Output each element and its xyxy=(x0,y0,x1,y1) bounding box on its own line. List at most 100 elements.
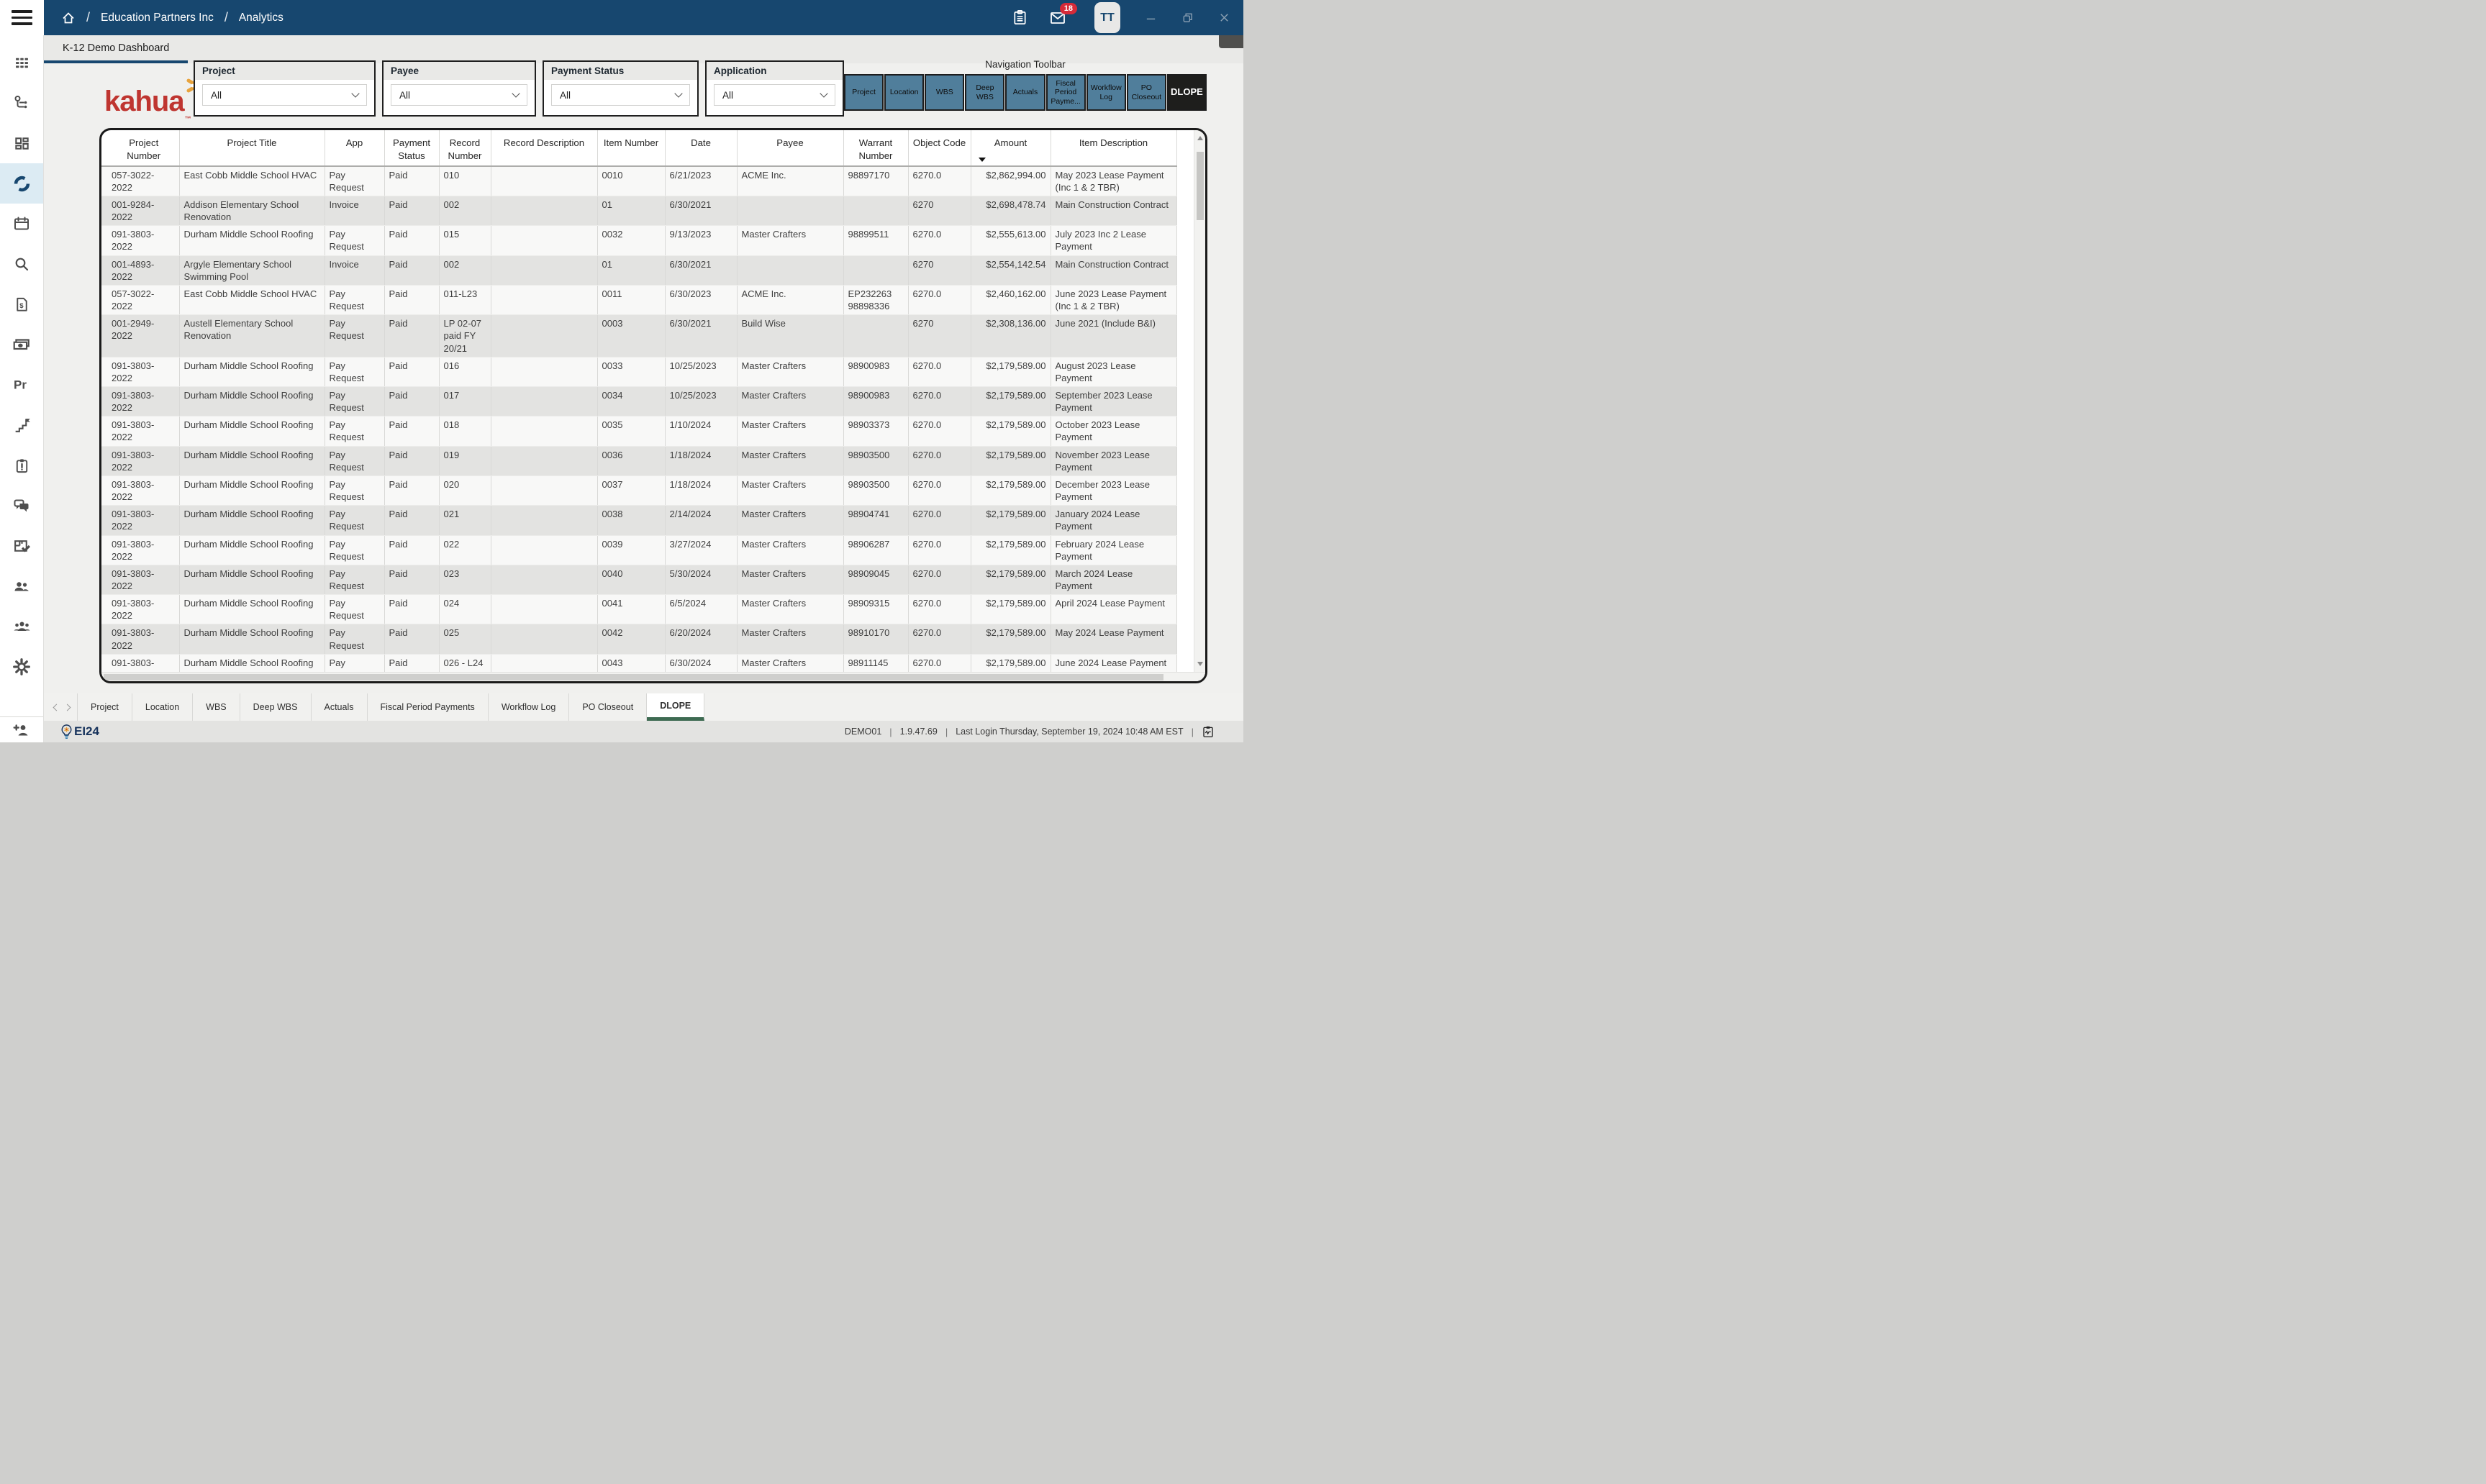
payment-status-filter-select[interactable]: All xyxy=(551,84,690,106)
column-header-record-number[interactable]: Record Number xyxy=(439,130,491,166)
close-icon[interactable] xyxy=(1218,12,1230,24)
column-header-payment-status[interactable]: Payment Status xyxy=(384,130,439,166)
nav-button-fiscal-period-payme[interactable]: Fiscal Period Payme... xyxy=(1046,74,1086,111)
table-row[interactable]: 091-3803-2022Durham Middle School Roofin… xyxy=(101,386,1176,416)
environment-label: DEMO01 xyxy=(845,727,881,737)
tab-k12-demo-dashboard[interactable]: K-12 Demo Dashboard xyxy=(44,35,188,63)
chevron-down-icon xyxy=(674,89,682,97)
nav-button-deep-wbs[interactable]: Deep WBS xyxy=(965,74,1004,111)
sheet-tab-actuals[interactable]: Actuals xyxy=(312,693,368,721)
table-row[interactable]: 001-9284-2022Addison Elementary School R… xyxy=(101,196,1176,225)
horizontal-scrollbar[interactable] xyxy=(101,672,1205,681)
sheet-tab-workflow-log[interactable]: Workflow Log xyxy=(489,693,570,721)
scroll-up-icon[interactable] xyxy=(1197,136,1203,140)
punch-list-icon[interactable] xyxy=(0,526,43,566)
mail-icon[interactable]: 18 xyxy=(1048,9,1067,27)
table-row[interactable]: 091-3803-2022Durham Middle School Roofin… xyxy=(101,416,1176,446)
apps-grid-icon[interactable] xyxy=(0,42,43,83)
sheet-next-icon[interactable] xyxy=(62,693,73,721)
search-icon[interactable] xyxy=(0,244,43,284)
breadcrumb-page[interactable]: Analytics xyxy=(239,12,283,24)
column-header-project-title[interactable]: Project Title xyxy=(179,130,325,166)
table-row[interactable]: 091-3803-2022Durham Middle School Roofin… xyxy=(101,624,1176,654)
table-row[interactable]: 091-3803-2022Durham Middle School Roofin… xyxy=(101,654,1176,672)
table-row[interactable]: 091-3803-2022Durham Middle School Roofin… xyxy=(101,565,1176,594)
table-row[interactable]: 057-3022-2022East Cobb Middle School HVA… xyxy=(101,166,1176,196)
data-table-card: Project NumberProject TitleAppPayment St… xyxy=(99,128,1207,683)
sheet-tab-bar: ProjectLocationWBSDeep WBSActualsFiscal … xyxy=(44,693,1243,721)
table-row[interactable]: 001-2949-2022Austell Elementary School R… xyxy=(101,315,1176,357)
nav-button-actuals[interactable]: Actuals xyxy=(1005,74,1045,111)
calendar-icon[interactable] xyxy=(0,204,43,244)
application-filter-select[interactable]: All xyxy=(714,84,835,106)
table-row[interactable]: 091-3803-2022Durham Middle School Roofin… xyxy=(101,595,1176,624)
milestones-icon[interactable] xyxy=(0,405,43,445)
home-icon[interactable] xyxy=(61,11,76,25)
payee-filter-select[interactable]: All xyxy=(391,84,527,106)
table-row[interactable]: 057-3022-2022East Cobb Middle School HVA… xyxy=(101,285,1176,314)
sheet-prev-icon[interactable] xyxy=(51,693,62,721)
clipboard-icon[interactable] xyxy=(1012,9,1028,26)
sheet-tab-deep-wbs[interactable]: Deep WBS xyxy=(240,693,312,721)
payments-icon[interactable] xyxy=(0,324,43,365)
filter-label: Project xyxy=(195,62,374,80)
column-header-project-number[interactable]: Project Number xyxy=(101,130,179,166)
nav-button-po-closeout[interactable]: PO Closeout xyxy=(1127,74,1166,111)
column-header-date[interactable]: Date xyxy=(665,130,737,166)
filter-label: Application xyxy=(707,62,843,80)
projects-icon[interactable]: Pr xyxy=(0,365,43,405)
menu-icon[interactable] xyxy=(0,0,44,35)
nav-button-wbs[interactable]: WBS xyxy=(925,74,964,111)
vertical-scroll-thumb[interactable] xyxy=(1197,152,1204,220)
table-row[interactable]: 091-3803-2022Durham Middle School Roofin… xyxy=(101,475,1176,505)
table-row[interactable]: 091-3803-2022Durham Middle School Roofin… xyxy=(101,446,1176,475)
vertical-scrollbar[interactable] xyxy=(1194,130,1205,672)
sheet-tab-wbs[interactable]: WBS xyxy=(193,693,240,721)
breadcrumb-org[interactable]: Education Partners Inc xyxy=(101,12,214,24)
column-header-record-description[interactable]: Record Description xyxy=(491,130,597,166)
column-header-item-number[interactable]: Item Number xyxy=(597,130,665,166)
task-clipboard-icon[interactable] xyxy=(0,445,43,486)
messages-icon[interactable] xyxy=(0,486,43,526)
column-header-payee[interactable]: Payee xyxy=(737,130,843,166)
restore-icon[interactable] xyxy=(1181,12,1194,24)
sync-icon[interactable] xyxy=(0,163,43,204)
column-header-item-description[interactable]: Item Description xyxy=(1051,130,1176,166)
horizontal-scroll-thumb[interactable] xyxy=(104,674,1163,680)
process-map-icon[interactable] xyxy=(0,83,43,123)
sheet-tab-fiscal-period-payments[interactable]: Fiscal Period Payments xyxy=(368,693,489,721)
nav-button-project[interactable]: Project xyxy=(844,74,884,111)
minimize-icon[interactable] xyxy=(1145,12,1157,24)
dashboards-icon[interactable] xyxy=(0,123,43,163)
contacts-icon[interactable] xyxy=(0,566,43,606)
table-row[interactable]: 001-4893-2022Argyle Elementary School Sw… xyxy=(101,255,1176,285)
payments-table: Project NumberProject TitleAppPayment St… xyxy=(101,130,1177,672)
table-row[interactable]: 091-3803-2022Durham Middle School Roofin… xyxy=(101,226,1176,255)
side-panel-handle[interactable] xyxy=(1219,35,1243,48)
community-icon[interactable] xyxy=(0,606,43,647)
user-avatar[interactable]: TT xyxy=(1094,2,1120,33)
scroll-down-icon[interactable] xyxy=(1197,662,1203,666)
column-header-warrant-number[interactable]: Warrant Number xyxy=(843,130,908,166)
column-header-object-code[interactable]: Object Code xyxy=(908,130,971,166)
add-user-icon[interactable] xyxy=(0,716,43,742)
nav-button-location[interactable]: Location xyxy=(884,74,924,111)
table-row[interactable]: 091-3803-2022Durham Middle School Roofin… xyxy=(101,535,1176,565)
chevron-down-icon xyxy=(512,89,520,97)
nav-button-workflow-log[interactable]: Workflow Log xyxy=(1087,74,1126,111)
sheet-tab-location[interactable]: Location xyxy=(132,693,193,721)
nav-button-dlope[interactable]: DLOPE xyxy=(1167,74,1207,111)
table-row[interactable]: 091-3803-2022Durham Middle School Roofin… xyxy=(101,357,1176,386)
system-health-icon[interactable] xyxy=(1202,724,1215,739)
settings-gear-icon[interactable] xyxy=(0,647,43,687)
column-header-amount[interactable]: Amount xyxy=(971,130,1051,166)
project-filter-select[interactable]: All xyxy=(202,84,367,106)
invoice-document-icon[interactable]: $ xyxy=(0,284,43,324)
sheet-tab-dlope[interactable]: DLOPE xyxy=(647,693,704,721)
breadcrumb-separator: / xyxy=(86,10,90,25)
table-row[interactable]: 091-3803-2022Durham Middle School Roofin… xyxy=(101,506,1176,535)
column-header-app[interactable]: App xyxy=(325,130,384,166)
sheet-tab-po-closeout[interactable]: PO Closeout xyxy=(569,693,647,721)
sheet-tab-project[interactable]: Project xyxy=(77,693,132,721)
filter-label: Payment Status xyxy=(544,62,697,80)
